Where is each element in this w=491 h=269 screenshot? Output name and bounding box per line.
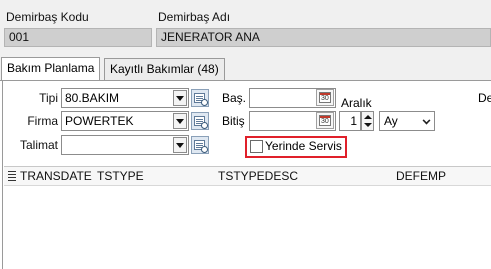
talimat-label: Talimat [19,138,58,152]
lookup-icon[interactable] [191,136,209,154]
column-header-defemp[interactable]: DEFEMP [396,169,446,183]
calendar-icon[interactable]: 30 [316,89,334,106]
firma-value: POWERTEK [65,114,134,128]
chevron-down-icon[interactable] [173,137,187,153]
demirbas-adi-field[interactable]: JENERATOR ANA [156,28,491,47]
bas-date-input[interactable]: 30 [249,88,336,108]
tipi-label: Tipi [39,91,58,105]
column-header-tstypedesc[interactable]: TSTYPEDESC [218,169,298,183]
tipi-value: 80.BAKIM [65,91,120,105]
yerinde-servis-label[interactable]: Yerinde Servis [265,139,342,153]
grid-body[interactable] [4,186,491,269]
chevron-down-icon[interactable] [173,113,187,129]
bitis-date-input[interactable]: 30 [249,111,336,131]
demirbas-kodu-label: Demirbaş Kodu [6,10,89,24]
calendar-icon[interactable]: 30 [316,112,334,129]
spinner-arrows-icon[interactable] [361,111,374,131]
demirbas-adi-label: Demirbaş Adı [158,10,231,24]
column-header-tstype[interactable]: TSTYPE [97,169,144,183]
cutoff-label: De [478,91,491,105]
lookup-icon[interactable] [191,89,209,107]
column-menu-icon[interactable] [8,171,16,181]
firma-label: Firma [27,114,58,128]
bitis-label: Bitiş [222,114,245,128]
firma-select[interactable]: POWERTEK [61,111,189,131]
panel-border [2,81,3,269]
bas-label: Baş. [222,91,247,105]
demirbas-kodu-field[interactable]: 001 [4,28,152,47]
talimat-select[interactable] [61,135,189,155]
aralik-unit-select[interactable]: Ay [379,111,435,131]
yerinde-servis-checkbox[interactable] [250,140,263,153]
column-header-transdate[interactable]: TRANSDATE [20,169,92,183]
tab-kayitli-bakimlar[interactable]: Kayıtlı Bakımlar (48) [104,58,225,80]
tab-bakim-planlama[interactable]: Bakım Planlama [1,57,101,80]
chevron-down-icon[interactable] [173,90,187,106]
aralik-spinner[interactable]: 1 [339,111,361,131]
tipi-select[interactable]: 80.BAKIM [61,88,189,108]
lookup-icon[interactable] [191,112,209,130]
aralik-unit-value: Ay [384,114,398,128]
chevron-down-icon [422,116,431,125]
aralik-label: Aralık [341,96,372,110]
